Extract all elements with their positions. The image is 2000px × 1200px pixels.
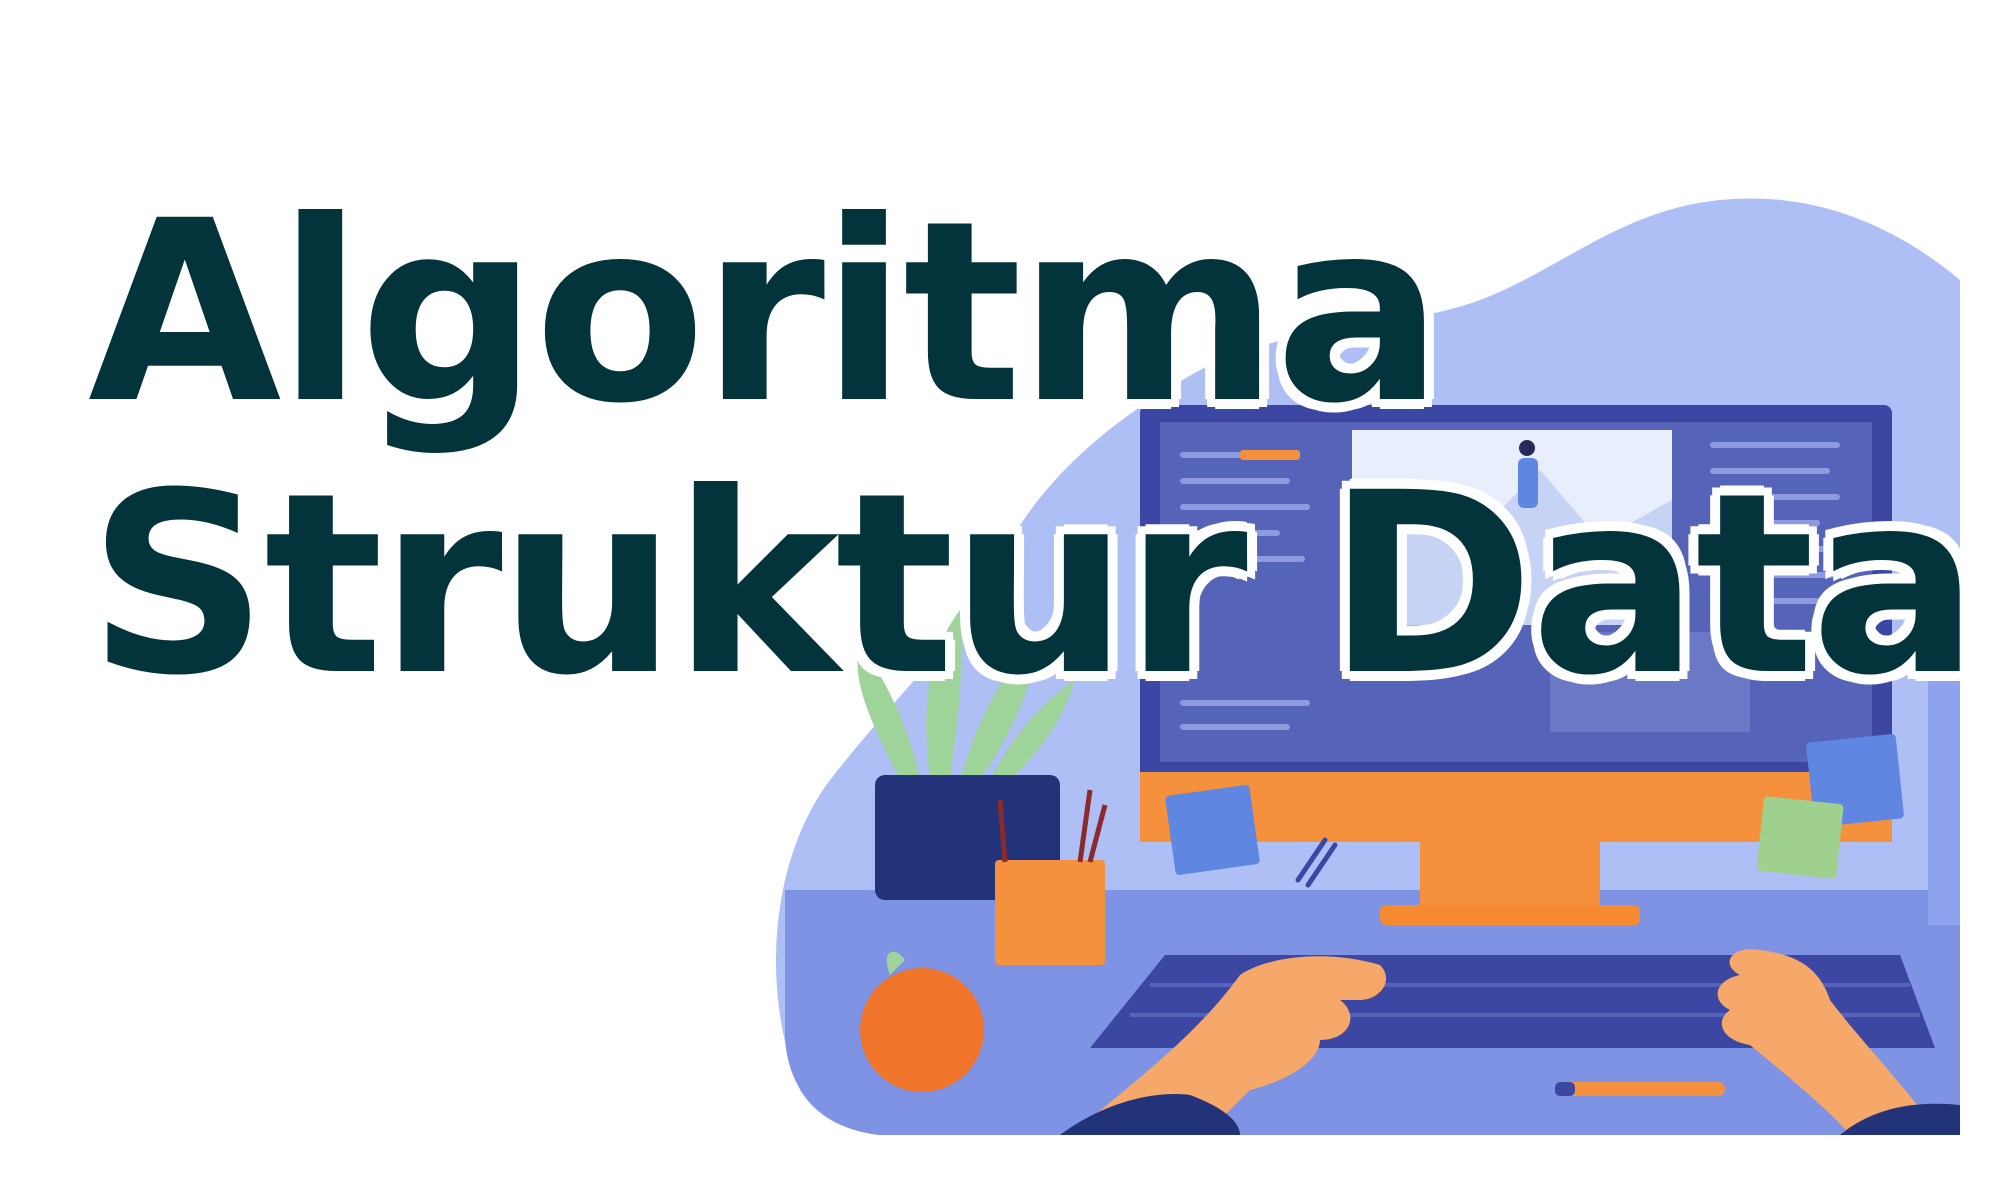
monitor-base <box>1380 905 1640 925</box>
title-line-algoritma: Algoritma <box>88 167 1444 458</box>
sticky-note-right-green <box>1756 796 1844 879</box>
monitor-neck <box>1420 842 1600 912</box>
banner: Algoritma Struktur Data <box>0 0 2000 1200</box>
title-line-struktur-data: Struktur Data <box>88 439 1979 730</box>
pen <box>1565 1082 1725 1096</box>
pen-tip <box>1555 1082 1575 1096</box>
pencil-cup <box>995 860 1105 965</box>
sticky-note-left <box>1165 784 1260 875</box>
orange-fruit <box>860 968 984 1092</box>
